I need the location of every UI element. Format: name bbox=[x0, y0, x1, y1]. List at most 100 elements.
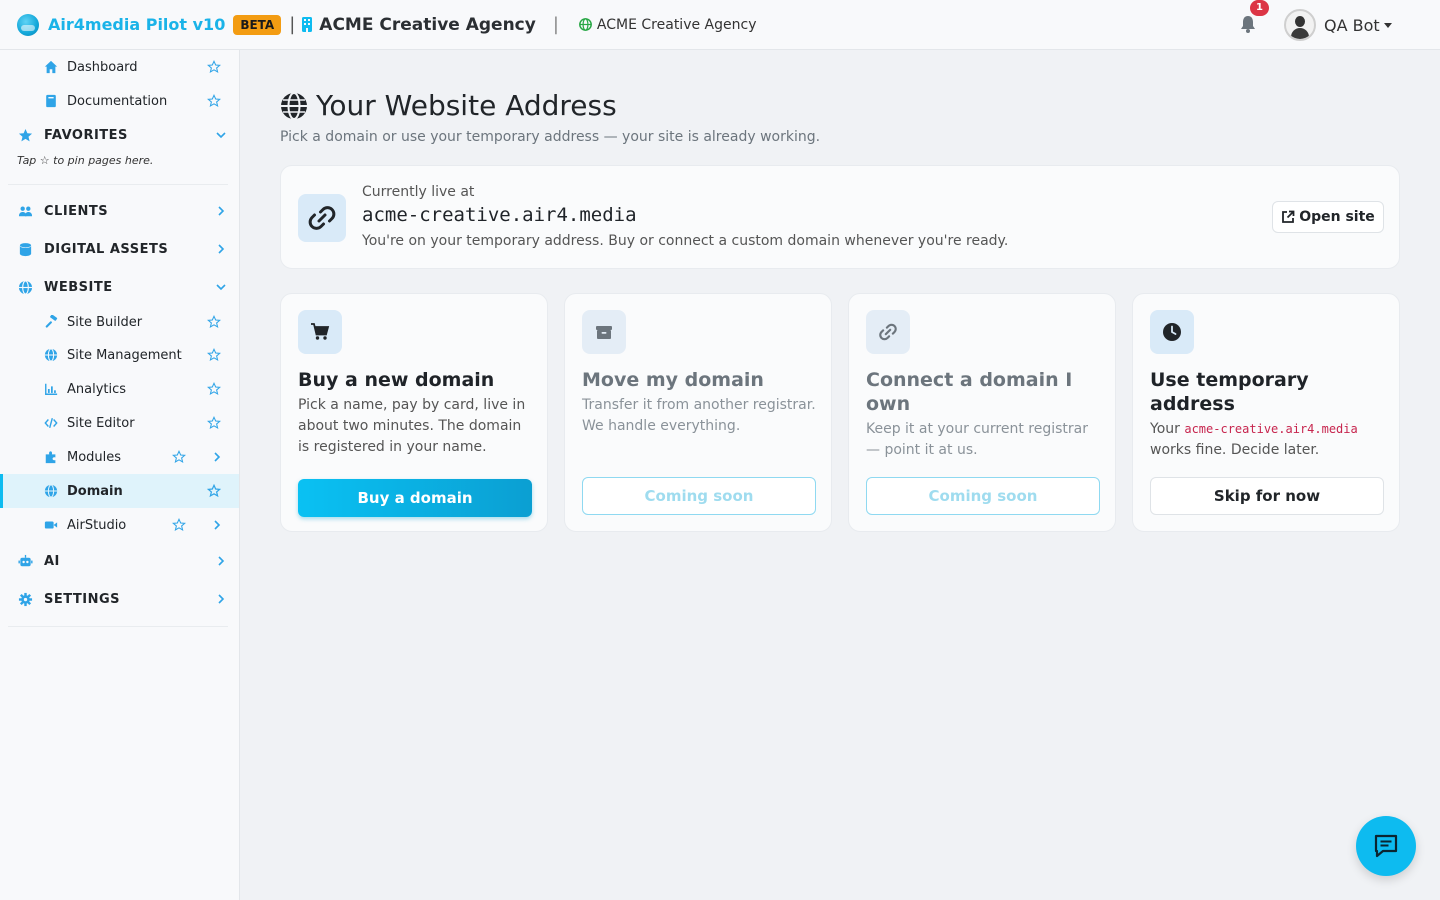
sidebar-item-label: Dashboard bbox=[67, 59, 138, 75]
chat-icon bbox=[1374, 834, 1398, 858]
current-address-card: Currently live at acme-creative.air4.med… bbox=[280, 165, 1400, 269]
option-title: Connect a domain I own bbox=[866, 369, 1073, 415]
live-domain[interactable]: acme-creative.air4.media bbox=[362, 204, 637, 226]
sidebar-section-settings[interactable]: SETTINGS bbox=[0, 580, 239, 618]
globe-icon bbox=[281, 91, 307, 120]
star-icon[interactable] bbox=[207, 348, 221, 362]
option-card-move: Move my domain Transfer it from another … bbox=[564, 293, 832, 532]
sidebar-section-digital-assets[interactable]: DIGITAL ASSETS bbox=[0, 230, 239, 268]
section-label: SETTINGS bbox=[44, 591, 121, 607]
sidebar-item-modules[interactable]: Modules bbox=[0, 440, 239, 474]
open-site-label: Open site bbox=[1299, 209, 1375, 225]
bell-icon[interactable] bbox=[1238, 14, 1258, 34]
building-icon bbox=[302, 17, 313, 32]
open-site-button[interactable]: Open site bbox=[1272, 201, 1384, 233]
sidebar-section-website[interactable]: WEBSITE bbox=[0, 268, 239, 306]
option-card-connect: Connect a domain I own Keep it at your c… bbox=[848, 293, 1116, 532]
site-link-text: ACME Creative Agency bbox=[596, 16, 757, 33]
globe-icon bbox=[579, 18, 592, 31]
page-header: Your Website Address bbox=[280, 89, 617, 122]
sidebar-item-site-builder[interactable]: Site Builder bbox=[0, 305, 239, 339]
code-icon bbox=[44, 418, 58, 428]
connect-domain-button[interactable]: Coming soon bbox=[866, 477, 1100, 515]
brand-logo bbox=[17, 13, 39, 36]
robot-icon bbox=[18, 554, 33, 567]
gear-icon bbox=[18, 592, 33, 607]
option-icon-box bbox=[1150, 310, 1194, 354]
clock-icon bbox=[1163, 323, 1181, 341]
sidebar-item-label: Site Builder bbox=[67, 314, 143, 330]
globe-icon bbox=[44, 348, 58, 362]
star-icon[interactable] bbox=[207, 484, 221, 498]
skip-button[interactable]: Skip for now bbox=[1150, 477, 1384, 515]
beta-badge: BETA bbox=[233, 14, 282, 35]
desc-prefix: Your bbox=[1150, 421, 1180, 437]
option-title: Use temporary address bbox=[1150, 369, 1309, 415]
star-icon[interactable] bbox=[207, 416, 221, 430]
brand-name: Air4media Pilot v10 bbox=[48, 15, 226, 34]
star-icon[interactable] bbox=[207, 60, 221, 74]
star-icon[interactable] bbox=[207, 94, 221, 108]
external-link-icon bbox=[1282, 210, 1295, 223]
star-icon[interactable] bbox=[172, 518, 186, 532]
star-icon[interactable] bbox=[172, 450, 186, 464]
option-title: Buy a new domain bbox=[298, 369, 495, 391]
chevron-right-icon bbox=[214, 452, 221, 462]
desc-suffix: works fine. Decide later. bbox=[1150, 442, 1320, 458]
agency-switcher[interactable]: ACME Creative Agency bbox=[301, 15, 536, 35]
site-link[interactable]: ACME Creative Agency bbox=[579, 16, 757, 33]
star-icon bbox=[18, 128, 33, 142]
option-description: Transfer it from another registrar. We h… bbox=[582, 397, 816, 434]
brand[interactable]: Air4media Pilot v10 BETA bbox=[17, 13, 282, 36]
user-name: QA Bot bbox=[1324, 15, 1380, 35]
agency-name: ACME Creative Agency bbox=[319, 14, 536, 35]
sidebar-item-site-editor[interactable]: Site Editor bbox=[0, 406, 239, 440]
chevron-right-icon bbox=[218, 556, 225, 566]
option-description: Your acme-creative.air4.media works fine… bbox=[1150, 419, 1386, 461]
link-icon bbox=[879, 323, 897, 341]
section-label: CLIENTS bbox=[44, 203, 109, 219]
notification-badge: 1 bbox=[1250, 0, 1269, 16]
sidebar-section-ai[interactable]: AI bbox=[0, 542, 239, 580]
chevron-down-icon bbox=[216, 284, 226, 291]
sidebar-item-label: AirStudio bbox=[67, 517, 127, 533]
sidebar-section-clients[interactable]: CLIENTS bbox=[0, 192, 239, 230]
section-label: FAVORITES bbox=[44, 127, 128, 143]
move-domain-button[interactable]: Coming soon bbox=[582, 477, 816, 515]
buy-domain-button[interactable]: Buy a domain bbox=[298, 479, 532, 517]
option-description: Keep it at your current registrar — poin… bbox=[866, 421, 1088, 458]
option-card-temporary: Use temporary address Your acme-creative… bbox=[1132, 293, 1400, 532]
sidebar-item-label: Domain bbox=[67, 483, 123, 499]
chevron-down-icon bbox=[1383, 22, 1392, 28]
sidebar-item-airstudio[interactable]: AirStudio bbox=[0, 508, 239, 542]
live-icon-box bbox=[298, 194, 346, 242]
section-label: DIGITAL ASSETS bbox=[44, 241, 169, 257]
live-note: You're on your temporary address. Buy or… bbox=[362, 233, 1009, 249]
option-title: Move my domain bbox=[582, 369, 764, 391]
option-icon-box bbox=[298, 310, 342, 354]
hammer-icon bbox=[45, 315, 58, 328]
top-bar: Air4media Pilot v10 BETA | ACME Creative… bbox=[0, 0, 1440, 50]
chevron-right-icon bbox=[218, 206, 225, 216]
sidebar-item-label: Site Management bbox=[67, 347, 182, 363]
live-label: Currently live at bbox=[362, 184, 475, 200]
sidebar-item-dashboard[interactable]: Dashboard bbox=[0, 50, 239, 84]
chart-icon bbox=[45, 383, 58, 395]
sidebar-section-favorites[interactable]: FAVORITES bbox=[0, 116, 239, 154]
sidebar-item-site-management[interactable]: Site Management bbox=[0, 338, 239, 372]
separator: | bbox=[552, 14, 559, 35]
sidebar-item-label: Modules bbox=[67, 449, 122, 465]
sidebar-item-label: Analytics bbox=[67, 381, 127, 397]
temp-domain-code: acme-creative.air4.media bbox=[1184, 422, 1358, 436]
chevron-right-icon bbox=[214, 520, 221, 530]
option-icon-box bbox=[866, 310, 910, 354]
star-icon[interactable] bbox=[207, 315, 221, 329]
user-menu[interactable]: QA Bot bbox=[1284, 9, 1392, 41]
star-icon[interactable] bbox=[207, 382, 221, 396]
divider bbox=[8, 626, 228, 627]
box-icon bbox=[596, 326, 612, 339]
sidebar-item-domain[interactable]: Domain bbox=[0, 474, 239, 508]
chat-button[interactable] bbox=[1356, 816, 1416, 876]
sidebar-item-analytics[interactable]: Analytics bbox=[0, 372, 239, 406]
sidebar-item-documentation[interactable]: Documentation bbox=[0, 84, 239, 118]
